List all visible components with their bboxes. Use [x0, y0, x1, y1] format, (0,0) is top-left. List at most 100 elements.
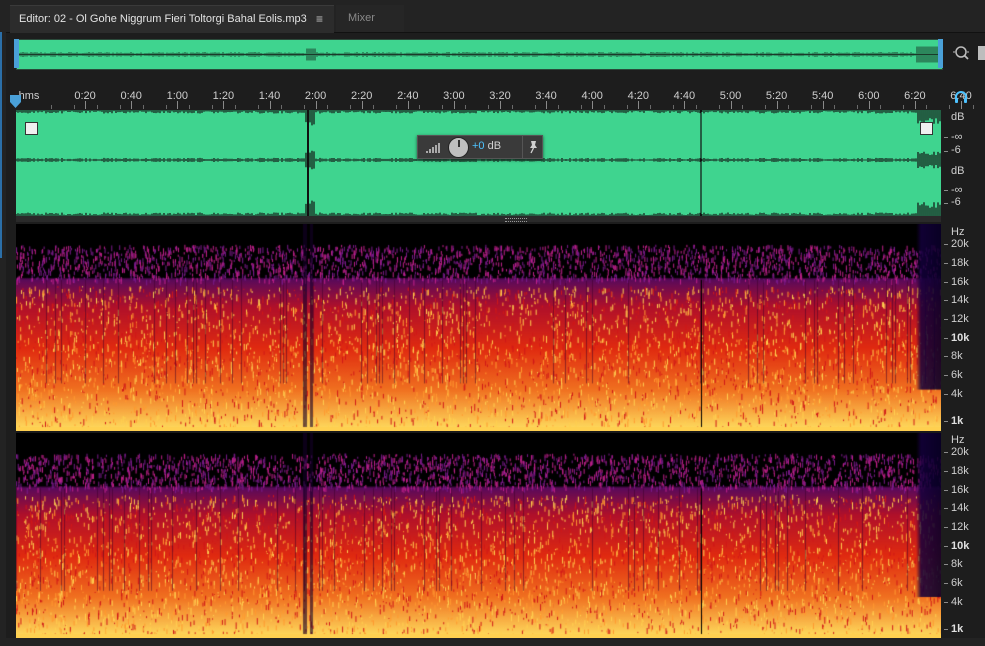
ruler-minor-tick	[718, 105, 720, 109]
hud-separator	[522, 136, 523, 158]
bottom-bar	[0, 638, 985, 646]
volume-hud[interactable]: +0 dB	[417, 135, 543, 159]
tab-editor[interactable]: Editor: 02 - Ol Gohe Niggrum Fieri Tolto…	[10, 5, 334, 33]
ruler-minor-tick	[511, 105, 513, 109]
scale-tick	[944, 338, 948, 339]
waveform-display[interactable]	[16, 110, 941, 216]
hz-label: 6k	[951, 577, 963, 589]
ruler-tick	[822, 101, 824, 109]
scale-tick	[944, 508, 948, 509]
ruler-minor-tick	[234, 105, 236, 109]
hz-label: 10k	[951, 540, 970, 552]
hz-label: 14k	[951, 502, 969, 514]
scale-tick	[944, 564, 948, 565]
hamburger-icon[interactable]: ≡	[316, 12, 323, 26]
ruler-minor-tick	[373, 105, 375, 109]
ruler-minor-tick	[903, 105, 905, 109]
hz-label: 10k	[951, 332, 970, 344]
spectrogram-canvas	[16, 224, 941, 431]
hz-label: 20k	[951, 238, 969, 250]
ruler-minor-tick	[557, 105, 559, 109]
overview-waveform[interactable]	[16, 39, 943, 70]
headphone-icon[interactable]	[954, 90, 968, 104]
ruler-minor-tick	[788, 105, 790, 109]
ruler-tick	[592, 101, 594, 109]
ruler-tick	[914, 101, 916, 109]
tab-editor-label: Editor: 02 - Ol Gohe Niggrum Fieri Tolto…	[19, 13, 307, 25]
hz-label: 14k	[951, 294, 969, 306]
ruler-minor-tick	[488, 105, 490, 109]
playhead-icon[interactable]	[10, 95, 21, 108]
spectral-display-channel-1[interactable]	[16, 224, 941, 431]
fade-out-handle[interactable]	[920, 122, 933, 135]
zoom-icon[interactable]	[952, 44, 970, 62]
scale-tick	[944, 452, 948, 453]
scale-tick	[944, 421, 948, 422]
ruler-minor-tick	[465, 105, 467, 109]
panel-toggle-icon[interactable]	[978, 46, 985, 60]
ruler-minor-tick	[695, 105, 697, 109]
ruler-minor-tick	[73, 105, 75, 109]
ruler-tick	[223, 101, 225, 109]
ruler-minor-tick	[742, 105, 744, 109]
scale-tick	[944, 203, 948, 204]
waveform-spectrum-divider[interactable]	[16, 216, 941, 222]
db-label: -∞	[951, 184, 963, 196]
tab-mixer[interactable]: Mixer	[336, 5, 404, 32]
spectral-display-channel-2[interactable]	[16, 433, 941, 638]
ruler-minor-tick	[926, 105, 928, 109]
hz-label: 8k	[951, 350, 963, 362]
scale-tick	[944, 300, 948, 301]
scale-tick	[944, 137, 948, 138]
volume-knob-icon[interactable]	[448, 137, 469, 158]
hz-label: 4k	[951, 596, 963, 608]
ruler-minor-tick	[811, 105, 813, 109]
ruler-minor-tick	[211, 105, 213, 109]
scale-tick	[944, 471, 948, 472]
ruler-minor-tick	[50, 105, 52, 109]
overview-range-end-handle[interactable]	[938, 39, 943, 68]
hz-label: 8k	[951, 558, 963, 570]
time-ruler[interactable]: hms 0:20 0:40 1:00 1:20 1:40 2:00 2:20 2:40 3:00…	[16, 86, 974, 109]
scale-tick	[944, 375, 948, 376]
hz-label: 16k	[951, 276, 969, 288]
ruler-minor-tick	[649, 105, 651, 109]
volume-value[interactable]: +0 dB	[472, 140, 501, 152]
ruler-minor-tick	[119, 105, 121, 109]
frequency-scale[interactable]: Hz 20k 18k 16k 14k 12k 10k 8k 6k 4k 1k Hz 20k 18k 16k 1…	[944, 224, 985, 638]
hz-label: 20k	[951, 446, 969, 458]
ruler-minor-tick	[580, 105, 582, 109]
ruler-minor-tick	[972, 105, 974, 109]
ruler-minor-tick	[350, 105, 352, 109]
db-label: -∞	[951, 131, 963, 143]
knob-indicator	[458, 140, 460, 147]
ruler-tick	[776, 101, 778, 109]
hz-label: 1k	[951, 623, 964, 635]
ruler-minor-tick	[327, 105, 329, 109]
ruler-minor-tick	[834, 105, 836, 109]
tab-mixer-label: Mixer	[348, 12, 375, 24]
spectrogram-canvas	[16, 433, 941, 638]
hz-label: 16k	[951, 484, 969, 496]
ruler-tick	[730, 101, 732, 109]
db-label: -6	[951, 196, 961, 208]
pin-icon[interactable]	[527, 140, 539, 154]
ruler-minor-tick	[419, 105, 421, 109]
divider-grip[interactable]	[505, 218, 527, 222]
db-unit-label: dB	[951, 165, 965, 177]
scale-tick	[944, 629, 948, 630]
ruler-minor-tick	[857, 105, 859, 109]
db-label: -6	[951, 144, 961, 156]
scale-tick	[944, 583, 948, 584]
overview-range-start-handle[interactable]	[14, 39, 19, 68]
hz-label: 18k	[951, 257, 969, 269]
scale-tick	[944, 151, 948, 152]
ruler-tick	[85, 101, 87, 109]
ruler-minor-tick	[534, 105, 536, 109]
hz-label: Hz	[951, 226, 965, 238]
ruler-tick	[407, 101, 409, 109]
ruler-minor-tick	[603, 105, 605, 109]
ruler-minor-tick	[96, 105, 98, 109]
amplitude-scale[interactable]: dB -∞ -6 dB -∞ -6	[944, 110, 985, 216]
fade-in-handle[interactable]	[25, 122, 38, 135]
